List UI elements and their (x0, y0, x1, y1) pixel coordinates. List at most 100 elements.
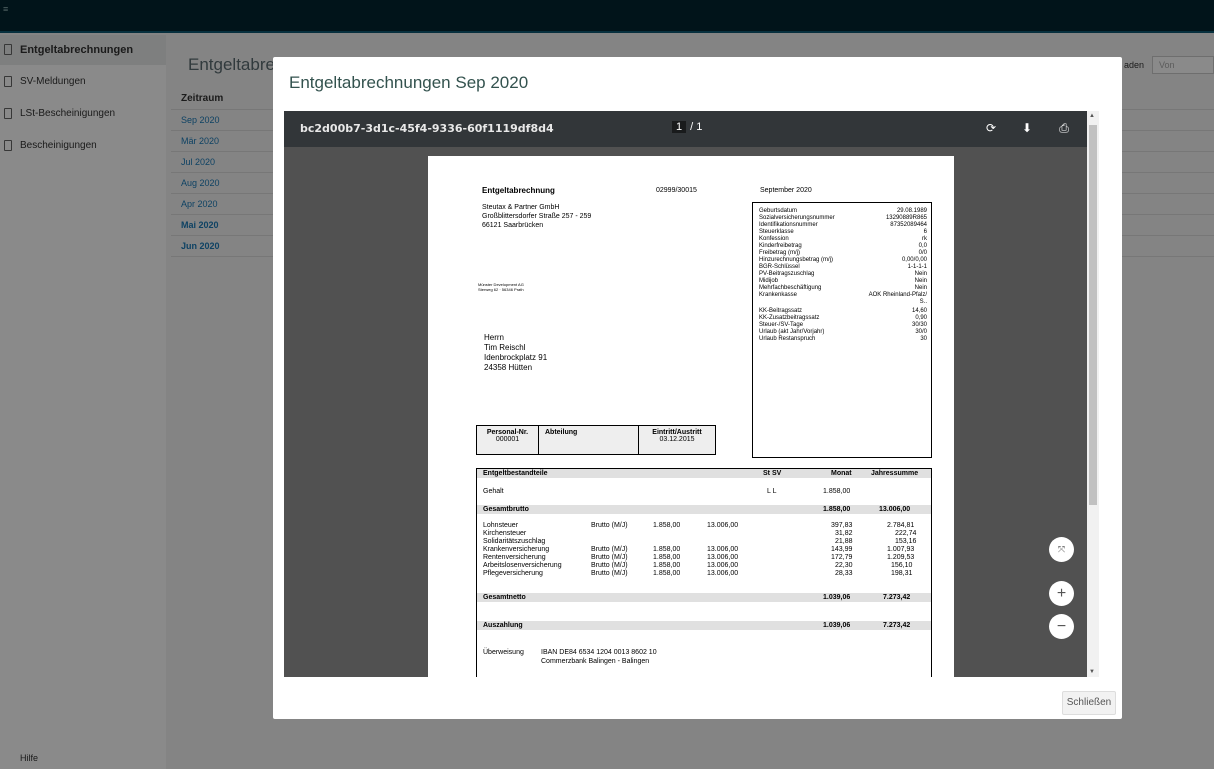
deduction-jahr: 153,16 (895, 538, 917, 545)
pdf-toolbar: bc2d00b7-3d1c-45f4-9336-60f1119df8d4 1/ … (284, 111, 1087, 147)
auszahlung-band (477, 621, 931, 630)
earnings-header-stsv: St SV (763, 470, 782, 477)
info-value: Nein (914, 271, 927, 277)
info-value: 29.08.1989 (896, 208, 927, 214)
zoom-in-button[interactable]: + (1049, 581, 1074, 606)
deduction-basis: Brutto (M/J) (591, 546, 628, 553)
deduction-monat: 31,82 (835, 530, 853, 537)
deduction-basis-monat: 1.858,00 (653, 570, 681, 577)
info-row: Steuerklasse 6 (759, 229, 927, 236)
deduction-label: Lohnsteuer (483, 522, 519, 529)
deduction-basis-monat: 1.858,00 (653, 522, 681, 529)
download-icon[interactable]: ⬇ (1020, 121, 1034, 135)
transfer-label: Überweisung (483, 649, 524, 656)
deduction-basis-jahr: 13.006,00 (707, 546, 739, 553)
info-value: Nein (914, 278, 927, 284)
scroll-down-icon[interactable]: ▼ (1089, 669, 1095, 675)
info-key: Steuerklasse (759, 229, 794, 235)
info-key: Hinzurechnungsbetrag (m/j) (759, 257, 834, 263)
deduction-monat: 172,79 (831, 554, 853, 561)
info-key: Midijob (759, 278, 779, 284)
deduction-jahr: 198,31 (891, 570, 913, 577)
info-value: 30/0 (915, 329, 927, 335)
auszahlung-label: Auszahlung (483, 622, 523, 629)
info-row: Sozialversicherungsnummer 13290889R865 (759, 215, 927, 222)
deduction-label: Kirchensteuer (483, 530, 527, 537)
brutto-jahr: 13.006,00 (879, 506, 911, 513)
doc-period: September 2020 (760, 187, 812, 194)
deduction-jahr: 1.209,53 (887, 554, 915, 561)
department-cell: Abteilung (539, 426, 639, 454)
deduction-basis: Brutto (M/J) (591, 562, 628, 569)
info-key: Kinderfreibetrag (759, 243, 802, 249)
deduction-label: Arbeitslosenversicherung (483, 562, 562, 569)
rotate-icon[interactable]: ⟳ (984, 121, 998, 135)
recipient-line: Herrn (484, 333, 505, 342)
department-header: Abteilung (545, 429, 578, 436)
deduction-jahr: 222,74 (895, 530, 917, 537)
entry-exit-header: Eintritt/Austritt (652, 429, 702, 436)
info-value: rk (922, 236, 927, 242)
payslip-modal: Entgeltabrechnungen Sep 2020 bc2d00b7-3d… (273, 57, 1122, 719)
info-key: Identifikationsnummer (759, 222, 818, 228)
recipient-line: 24358 Hütten (484, 363, 533, 372)
info-value: 0/0 (918, 250, 927, 256)
info-key: Geburtsdatum (759, 208, 798, 214)
deduction-basis-jahr: 13.006,00 (707, 570, 739, 577)
info-row: Steuer-/SV-Tage 30/30 (759, 322, 927, 329)
page-number-input[interactable]: 1 (672, 121, 687, 133)
transfer-iban: IBAN DE84 6534 1204 0013 8602 10 (541, 649, 657, 656)
brutto-monat: 1.858,00 (823, 506, 851, 513)
scroll-up-icon[interactable]: ▲ (1089, 113, 1095, 119)
personnel-number-value: 000001 (495, 436, 520, 443)
deduction-basis-jahr: 13.006,00 (707, 522, 739, 529)
info-key: Sozialversicherungsnummer (759, 215, 835, 221)
close-button[interactable]: Schließen (1062, 691, 1116, 715)
scrollbar-thumb[interactable] (1089, 125, 1097, 505)
info-row: PV-Beitragszuschlag Nein (759, 271, 927, 278)
deduction-label: Solidaritätszuschlag (483, 538, 546, 545)
info-key: Mehrfachbeschäftigung (759, 285, 822, 291)
gehalt-monat: 1.858,00 (823, 488, 851, 495)
modal-scrollbar[interactable]: ▲ ▼ (1087, 111, 1099, 677)
info-row: Hinzurechnungsbetrag (m/j) 0,00/0,00 (759, 257, 927, 264)
earnings-header-monat: Monat (831, 470, 852, 477)
recipient-line: Idenbrockplatz 91 (484, 353, 548, 362)
fit-page-icon[interactable]: ⤧ (1049, 537, 1074, 562)
doc-title: Entgeltabrechnung (482, 186, 555, 195)
deduction-basis: Brutto (M/J) (591, 522, 628, 529)
pdf-page: Entgeltabrechnung 02999/30015 September … (428, 156, 954, 677)
info-value: 0,90 (915, 315, 927, 321)
deduction-basis: Brutto (M/J) (591, 554, 628, 561)
personnel-box: Personal-Nr. 000001 Abteilung Eintritt/A… (476, 425, 716, 455)
auszahlung-jahr: 7.273,42 (883, 622, 911, 629)
info-row: KK-Zusatzbeitragssatz 0,90 (759, 315, 927, 322)
zoom-out-button[interactable]: − (1049, 614, 1074, 639)
deduction-basis-jahr: 13.006,00 (707, 554, 739, 561)
earnings-header-jahr: Jahressumme (871, 470, 919, 477)
employer-line: 66121 Saarbrücken (482, 222, 544, 229)
brutto-label: Gesamtbrutto (483, 506, 529, 513)
info-key: Urlaub (akt Jahr/Vorjahr) (759, 329, 825, 335)
netto-band (477, 593, 931, 602)
info-value: AOK Rheinland-Pfalz/ (868, 292, 927, 298)
print-icon[interactable]: ⎙ (1057, 121, 1071, 135)
info-key: KK-Zusatzbeitragssatz (759, 315, 820, 321)
info-key: BGR-Schlüssel (759, 264, 800, 270)
info-key: Konfession (759, 236, 789, 242)
deduction-monat: 22,30 (835, 562, 853, 569)
earnings-table: Entgeltbestandteile St SV Monat Jahressu… (476, 468, 932, 677)
deduction-label: Rentenversicherung (483, 554, 546, 561)
info-value: 30/30 (911, 322, 927, 328)
deduction-jahr: 156,10 (891, 562, 913, 569)
entry-exit-value: 03.12.2015 (659, 436, 695, 443)
netto-monat: 1.039,06 (823, 594, 851, 601)
sender-line: Sterweg 62 · 56346 Prath (478, 287, 524, 292)
doc-number: 02999/30015 (656, 187, 697, 194)
info-key: Urlaub Restanspruch (759, 336, 816, 342)
info-row: Freibetrag (m/j) 0/0 (759, 250, 927, 257)
info-key: Krankenkasse (759, 292, 798, 298)
personnel-number-cell: Personal-Nr. 000001 (477, 426, 539, 454)
info-row: S.. (759, 299, 927, 306)
info-value: 14,60 (911, 308, 927, 314)
